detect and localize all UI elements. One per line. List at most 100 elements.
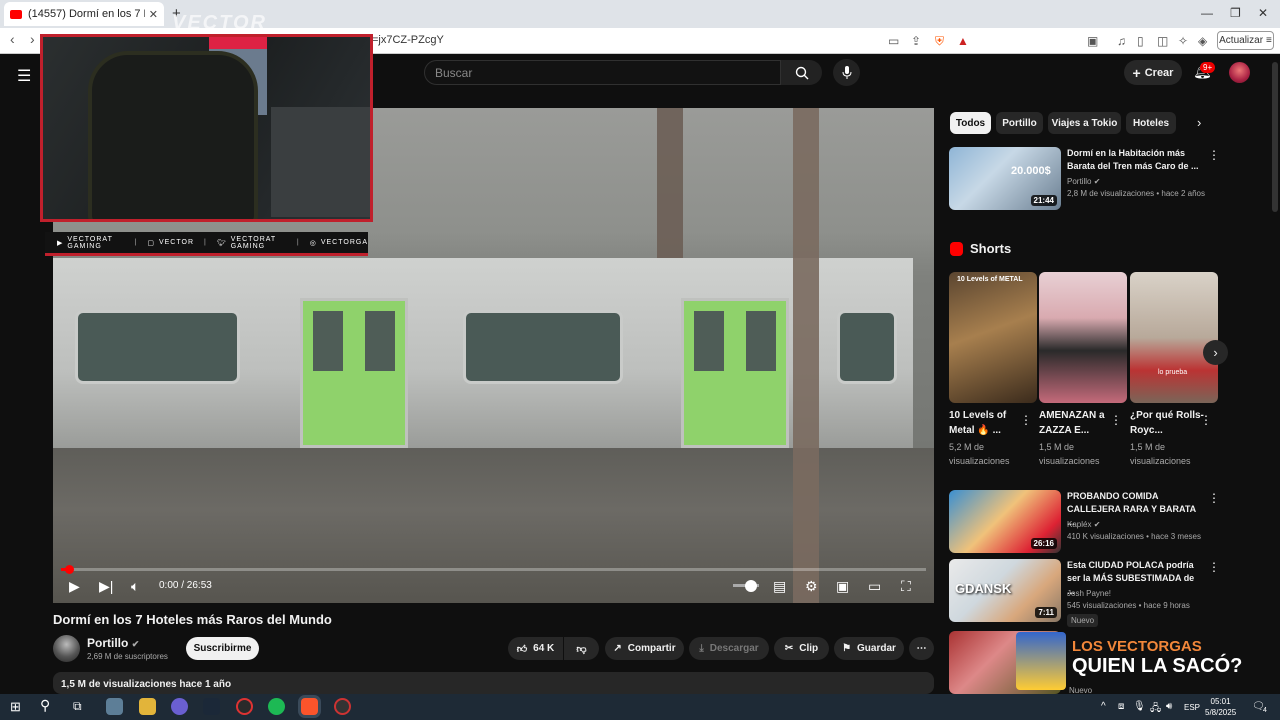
- video-thumbnail[interactable]: GDANSK 7:11: [949, 559, 1061, 622]
- video-thumbnail[interactable]: 20.000$ 21:44: [949, 147, 1061, 210]
- leo-ai-icon[interactable]: ✧: [1178, 34, 1188, 48]
- settings-gear-icon[interactable]: ⚙: [805, 578, 818, 595]
- windows-taskbar: [0, 694, 1280, 720]
- short-title[interactable]: AMENAZAN a ZAZZA E...: [1039, 408, 1114, 438]
- short-thumbnail[interactable]: [1039, 272, 1127, 403]
- music-icon[interactable]: ♫: [1117, 34, 1126, 48]
- create-button[interactable]: + Crear: [1124, 60, 1182, 85]
- short-thumbnail[interactable]: lo prueba: [1130, 272, 1218, 403]
- opera-icon[interactable]: [236, 698, 253, 715]
- progress-bar[interactable]: [61, 565, 926, 574]
- url-text[interactable]: =jx7CZ-PZcgY: [372, 34, 444, 46]
- language-indicator[interactable]: ESP: [1184, 703, 1200, 712]
- channel-name[interactable]: Kapléx ✔: [1067, 519, 1100, 531]
- video-thumbnail[interactable]: 26:16: [949, 490, 1061, 553]
- chip-portillo[interactable]: Portillo: [996, 112, 1043, 134]
- verified-icon: ✔: [1093, 177, 1101, 186]
- scrubber-handle[interactable]: [65, 565, 74, 574]
- chip-hoteles[interactable]: Hoteles: [1126, 112, 1176, 134]
- forward-icon[interactable]: ›: [30, 31, 35, 47]
- channel-name[interactable]: Josh Payne!: [1067, 588, 1111, 600]
- steam-icon[interactable]: [203, 698, 220, 715]
- more-options-icon[interactable]: ⋮: [1200, 413, 1212, 427]
- clock-date: 5/8/2025: [1205, 708, 1237, 717]
- short-views: 5,2 M de visualizaciones: [949, 442, 1010, 466]
- subscribe-button[interactable]: Suscribirme: [186, 637, 259, 660]
- new-badge: Nuevo: [1067, 614, 1099, 627]
- back-icon[interactable]: ‹: [10, 31, 15, 47]
- more-options-icon[interactable]: ⋮: [1110, 413, 1122, 427]
- update-button[interactable]: Actualizar ≡: [1217, 31, 1274, 50]
- shorts-next-button[interactable]: ›: [1203, 340, 1228, 365]
- search-icon[interactable]: ⚲: [40, 697, 50, 714]
- spotify-icon[interactable]: [268, 698, 285, 715]
- close-window-icon[interactable]: ✕: [1258, 6, 1268, 20]
- minimize-icon[interactable]: —: [1201, 6, 1213, 20]
- chip-todos[interactable]: Todos: [950, 112, 991, 134]
- speaker-icon[interactable]: 🔊︎: [1166, 701, 1172, 712]
- sidebar-toggle-icon[interactable]: ▯: [1137, 34, 1144, 48]
- description-box[interactable]: 1,5 M de visualizaciones hace 1 año: [53, 672, 934, 694]
- file-explorer-icon[interactable]: [139, 698, 156, 715]
- brave-shield-icon[interactable]: ⛨: [935, 34, 944, 49]
- app-icon[interactable]: [106, 698, 123, 715]
- theater-mode-icon[interactable]: ▭: [868, 578, 881, 595]
- task-view-icon[interactable]: ⧉: [73, 699, 82, 714]
- brave-icon[interactable]: [301, 698, 318, 715]
- discord-icon[interactable]: [171, 698, 188, 715]
- close-tab-icon[interactable]: ✕: [149, 8, 158, 21]
- channel-name[interactable]: Portillo ✔: [1067, 176, 1100, 188]
- search-icon: [795, 66, 808, 79]
- maximize-icon[interactable]: ❐: [1230, 6, 1241, 20]
- voice-search-button[interactable]: [833, 59, 860, 86]
- scrollbar-thumb[interactable]: [1272, 62, 1278, 212]
- more-actions-button[interactable]: ⋯: [909, 637, 934, 660]
- microphone-icon[interactable]: 🎙︎: [1133, 701, 1146, 712]
- windows-start-icon[interactable]: ⊞: [10, 699, 21, 715]
- reader-mode-icon[interactable]: ▣: [1087, 34, 1098, 48]
- subtitles-icon[interactable]: ▤: [773, 578, 786, 595]
- more-options-icon[interactable]: ⋮: [1208, 148, 1220, 162]
- subscriber-count: 2,69 M de suscriptores: [87, 652, 168, 661]
- more-options-icon[interactable]: ⋮: [1208, 560, 1220, 574]
- channel-avatar[interactable]: [53, 635, 80, 662]
- cast-icon[interactable]: ▭: [888, 34, 899, 48]
- like-button[interactable]: 👍︎ 64 K: [508, 637, 563, 660]
- webcam-overlay: [40, 34, 373, 222]
- wallet-icon[interactable]: ◫: [1157, 34, 1168, 48]
- chips-next-icon[interactable]: ›: [1197, 115, 1201, 130]
- channel-name[interactable]: Portillo ✔: [87, 636, 139, 650]
- short-thumbnail[interactable]: 10 Levels of METAL: [949, 272, 1037, 403]
- volume-icon[interactable]: 🔈︎: [131, 578, 139, 595]
- chip-viajes-tokio[interactable]: Viajes a Tokio: [1048, 112, 1121, 134]
- tray-expand-icon[interactable]: ^: [1101, 701, 1106, 712]
- clip-button[interactable]: ✂ Clip: [774, 637, 829, 660]
- network-icon[interactable]: 🖧︎: [1150, 701, 1161, 718]
- more-options-icon[interactable]: ⋮: [1020, 413, 1032, 427]
- search-button[interactable]: [781, 60, 822, 85]
- separator: |: [296, 239, 300, 246]
- brave-rewards-icon[interactable]: ▲: [957, 34, 969, 48]
- vpn-icon[interactable]: ◈: [1198, 34, 1207, 48]
- tray-app-icon[interactable]: ⧈: [1118, 701, 1124, 712]
- download-button[interactable]: ⤓ Descargar: [689, 637, 769, 660]
- dislike-button[interactable]: 👎︎: [564, 637, 599, 660]
- clock-time: 05:01: [1210, 697, 1231, 706]
- share-icon[interactable]: ⇪: [911, 34, 921, 48]
- clock[interactable]: 05:01 5/8/2025: [1205, 696, 1236, 718]
- play-icon[interactable]: ▶: [69, 578, 80, 595]
- next-icon[interactable]: ▶|: [99, 578, 113, 595]
- fullscreen-icon[interactable]: ⛶: [901, 578, 911, 595]
- short-title[interactable]: ¿Por qué Rolls-Royc...: [1130, 408, 1205, 438]
- share-button[interactable]: ↗ Compartir: [605, 637, 684, 660]
- search-input[interactable]: Buscar: [424, 60, 781, 85]
- video-title[interactable]: Dormí en la Habitación más Barata del Tr…: [1067, 147, 1202, 173]
- account-avatar[interactable]: [1229, 62, 1250, 83]
- more-options-icon[interactable]: ⋮: [1208, 491, 1220, 505]
- short-title[interactable]: 10 Levels of Metal 🔥 ...: [949, 408, 1024, 438]
- browser-tab[interactable]: (14557) Dormí en los 7 Hoteles ✕: [4, 2, 164, 26]
- guide-menu-icon[interactable]: ☰: [17, 66, 31, 86]
- miniplayer-icon[interactable]: ▣: [836, 578, 849, 595]
- app-icon[interactable]: [334, 698, 351, 715]
- save-button[interactable]: ⚑ Guardar: [834, 637, 904, 660]
